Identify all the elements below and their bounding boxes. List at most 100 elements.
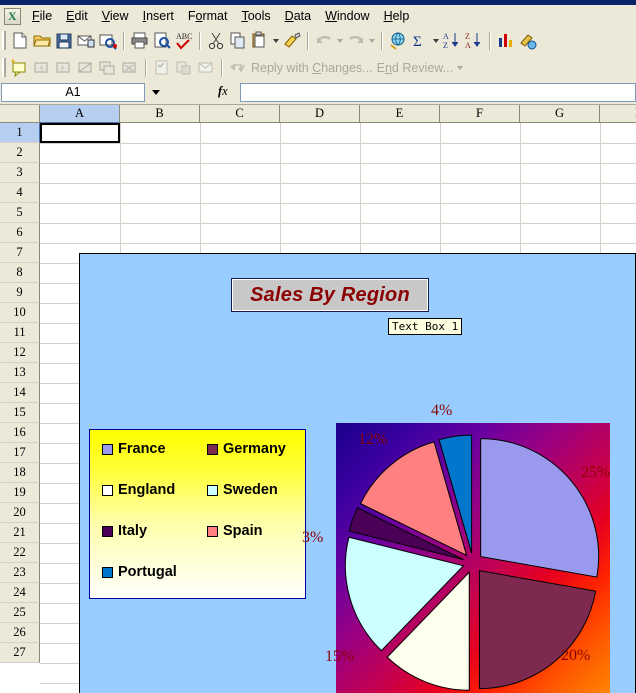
row-header-11[interactable]: 11: [0, 323, 40, 343]
redo-icon[interactable]: [345, 30, 367, 51]
legend-item-germany[interactable]: Germany: [207, 442, 286, 456]
data-label-portugal[interactable]: 4%: [431, 402, 452, 420]
next-comment-icon[interactable]: [53, 57, 75, 78]
row-header-27[interactable]: 27: [0, 643, 40, 663]
reply-with-changes-label[interactable]: Reply with Changes...: [249, 61, 375, 75]
menu-item-format[interactable]: Format: [181, 6, 235, 26]
update-file-icon[interactable]: [173, 57, 195, 78]
delete-comment-icon[interactable]: [119, 57, 141, 78]
row-header-9[interactable]: 9: [0, 283, 40, 303]
paste-dropdown-arrow[interactable]: [271, 30, 281, 51]
row-header-22[interactable]: 22: [0, 543, 40, 563]
row-header-10[interactable]: 10: [0, 303, 40, 323]
name-box[interactable]: A1: [1, 83, 145, 102]
chart-object[interactable]: Sales By Region Text Box 1 France Germany…: [79, 253, 636, 693]
row-header-18[interactable]: 18: [0, 463, 40, 483]
spelling-icon[interactable]: ABC: [173, 30, 195, 51]
name-box-dropdown-arrow[interactable]: [152, 90, 160, 95]
row-header-14[interactable]: 14: [0, 383, 40, 403]
chart-title-textbox[interactable]: Sales By Region: [231, 278, 429, 312]
row-header-19[interactable]: 19: [0, 483, 40, 503]
column-header-c[interactable]: C: [200, 105, 280, 123]
paste-icon[interactable]: [249, 30, 271, 51]
save-icon[interactable]: [53, 30, 75, 51]
row-header-21[interactable]: 21: [0, 523, 40, 543]
menu-item-help[interactable]: Help: [377, 6, 417, 26]
menu-item-window[interactable]: Window: [318, 6, 376, 26]
legend-item-italy[interactable]: Italy: [102, 524, 147, 538]
row-header-20[interactable]: 20: [0, 503, 40, 523]
show-all-comments-icon[interactable]: [97, 57, 119, 78]
legend-item-spain[interactable]: Spain: [207, 524, 262, 538]
row-header-1[interactable]: 1: [0, 123, 40, 143]
cut-icon[interactable]: [205, 30, 227, 51]
row-header-13[interactable]: 13: [0, 363, 40, 383]
data-label-sweden[interactable]: 15%: [325, 648, 354, 666]
formula-input[interactable]: [240, 83, 636, 102]
excel-icon[interactable]: [4, 7, 21, 25]
format-painter-icon[interactable]: [281, 30, 303, 51]
mail-recipient-icon[interactable]: [195, 57, 217, 78]
row-header-25[interactable]: 25: [0, 603, 40, 623]
chart-wizard-icon[interactable]: [495, 30, 517, 51]
legend-item-portugal[interactable]: Portugal: [102, 565, 177, 579]
hide-comment-icon[interactable]: [75, 57, 97, 78]
drawing-icon[interactable]: [517, 30, 539, 51]
row-header-24[interactable]: 24: [0, 583, 40, 603]
toolbar-grip[interactable]: [2, 31, 6, 50]
fx-icon[interactable]: fx: [218, 84, 228, 99]
row-header-5[interactable]: 5: [0, 203, 40, 223]
sort-descending-icon[interactable]: ZA: [463, 30, 485, 51]
print-icon[interactable]: [129, 30, 151, 51]
data-label-germany[interactable]: 20%: [561, 647, 590, 665]
row-header-7[interactable]: 7: [0, 243, 40, 263]
menu-item-tools[interactable]: Tools: [234, 6, 277, 26]
open-icon[interactable]: [31, 30, 53, 51]
menu-item-file[interactable]: File: [25, 6, 59, 26]
column-header-b[interactable]: B: [120, 105, 200, 123]
autosum-icon[interactable]: Σ: [409, 30, 431, 51]
menu-item-insert[interactable]: Insert: [136, 6, 181, 26]
column-header-e[interactable]: E: [360, 105, 440, 123]
undo-dropdown-arrow[interactable]: [335, 30, 345, 51]
row-header-16[interactable]: 16: [0, 423, 40, 443]
autosum-dropdown-arrow[interactable]: [431, 30, 441, 51]
select-all-corner[interactable]: [0, 105, 40, 123]
data-label-france[interactable]: 25%: [581, 464, 610, 482]
row-header-3[interactable]: 3: [0, 163, 40, 183]
track-changes-icon[interactable]: [151, 57, 173, 78]
previous-comment-icon[interactable]: [31, 57, 53, 78]
copy-icon[interactable]: [227, 30, 249, 51]
column-header-d[interactable]: D: [280, 105, 360, 123]
row-header-15[interactable]: 15: [0, 403, 40, 423]
new-icon[interactable]: [9, 30, 31, 51]
row-header-26[interactable]: 26: [0, 623, 40, 643]
end-review-label[interactable]: End Review...: [375, 61, 455, 75]
email-icon[interactable]: [75, 30, 97, 51]
pie-slice-germany[interactable]: [478, 570, 597, 690]
row-header-12[interactable]: 12: [0, 343, 40, 363]
legend-item-sweden[interactable]: Sweden: [207, 483, 278, 497]
row-header-8[interactable]: 8: [0, 263, 40, 283]
row-header-2[interactable]: 2: [0, 143, 40, 163]
menu-item-data[interactable]: Data: [278, 6, 318, 26]
chart-legend[interactable]: France Germany England Sweden Italy Spain Port…: [89, 429, 306, 599]
reply-with-changes-icon[interactable]: [227, 57, 249, 78]
sort-ascending-icon[interactable]: AZ: [441, 30, 463, 51]
column-header-h[interactable]: H: [600, 105, 636, 123]
data-label-italy[interactable]: 3%: [302, 529, 323, 547]
menu-item-edit[interactable]: Edit: [59, 6, 95, 26]
hyperlink-icon[interactable]: [387, 30, 409, 51]
active-cell-a1[interactable]: [40, 123, 120, 143]
legend-item-england[interactable]: England: [102, 483, 175, 497]
worksheet-grid[interactable]: ABCDEFGH 1234567891011121314151617181920…: [0, 105, 636, 693]
row-header-23[interactable]: 23: [0, 563, 40, 583]
toolbar-grip[interactable]: [2, 58, 6, 77]
menu-item-view[interactable]: View: [95, 6, 136, 26]
column-header-g[interactable]: G: [520, 105, 600, 123]
redo-dropdown-arrow[interactable]: [367, 30, 377, 51]
undo-icon[interactable]: [313, 30, 335, 51]
reviewing-toolbar-overflow-arrow[interactable]: [455, 57, 465, 78]
row-header-6[interactable]: 6: [0, 223, 40, 243]
row-header-17[interactable]: 17: [0, 443, 40, 463]
